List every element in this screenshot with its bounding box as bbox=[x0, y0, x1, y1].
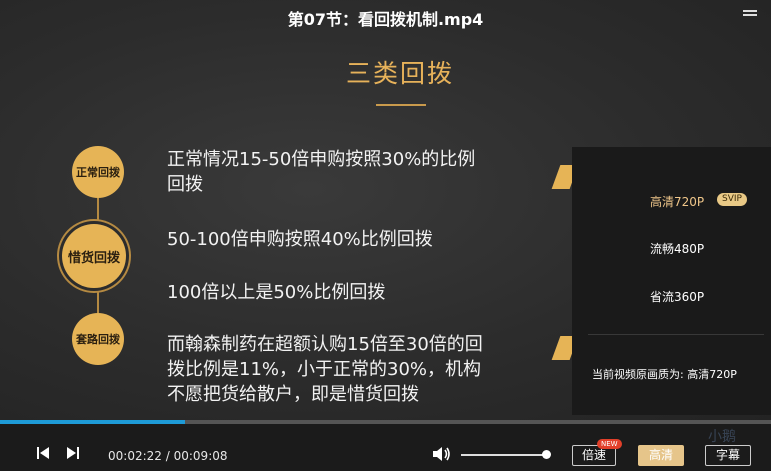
subtitle-button[interactable]: 字幕 bbox=[705, 445, 751, 466]
total-time: 00:09:08 bbox=[173, 449, 228, 463]
connector-line bbox=[97, 198, 99, 224]
title-underline bbox=[376, 104, 426, 106]
control-bar: 00:02:22 / 00:09:08 倍速 NEW 高清 字幕 bbox=[0, 424, 771, 471]
slide-text-hansoh: 而翰森制药在超额认购15倍至30倍的回 拨比例是11%，小于正常的30%，机构 … bbox=[167, 334, 483, 405]
new-badge: NEW bbox=[597, 439, 622, 449]
time-separator: / bbox=[165, 449, 170, 463]
watermark-logo: 小鹅 bbox=[708, 429, 736, 445]
connector-line bbox=[97, 290, 99, 313]
slide-title: 三类回拨 bbox=[345, 59, 454, 88]
svip-badge: SVIP bbox=[717, 193, 747, 206]
volume-icon[interactable] bbox=[432, 445, 452, 463]
time-display: 00:02:22 / 00:09:08 bbox=[108, 449, 228, 463]
slide-text-50: 100倍以上是50%比例回拨 bbox=[167, 282, 386, 303]
quality-button[interactable]: 高清 bbox=[638, 445, 684, 466]
current-quality-note: 当前视频原画质为: 高清720P bbox=[592, 368, 737, 381]
badge-normal: 正常回拨 bbox=[72, 146, 124, 198]
slide-text-normal: 正常情况15-50倍申购按照30%的比例 回拨 bbox=[167, 149, 476, 195]
collapse-icon[interactable] bbox=[743, 10, 757, 20]
current-time: 00:02:22 bbox=[108, 449, 162, 463]
quality-option-720p[interactable]: 高清720P bbox=[650, 193, 704, 210]
menu-divider bbox=[588, 334, 764, 335]
next-icon[interactable] bbox=[66, 446, 80, 460]
badge-trick: 套路回拨 bbox=[72, 313, 124, 365]
video-title: 第07节：看回拨机制.mp4 bbox=[287, 10, 484, 29]
quality-menu: 高清720P SVIP 流畅480P 省流360P 当前视频原画质为: 高清72… bbox=[572, 147, 771, 415]
quality-option-480p[interactable]: 流畅480P bbox=[650, 240, 704, 257]
badge-hoarding: 惜货回拨 bbox=[62, 224, 126, 288]
previous-icon[interactable] bbox=[36, 446, 50, 460]
quality-option-360p[interactable]: 省流360P bbox=[650, 288, 704, 305]
volume-slider[interactable] bbox=[461, 454, 546, 456]
slide-text-40: 50-100倍申购按照40%比例回拨 bbox=[167, 229, 433, 250]
volume-knob[interactable] bbox=[542, 450, 551, 459]
